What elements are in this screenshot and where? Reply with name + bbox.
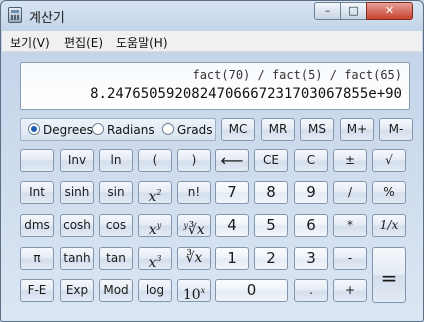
digit-2-button[interactable]: 2 — [254, 247, 288, 270]
factorial-button[interactable]: n! — [177, 181, 211, 204]
ln-button[interactable]: ln — [99, 149, 133, 172]
minimize-button[interactable]: – — [314, 2, 341, 20]
ce-button[interactable]: CE — [254, 149, 288, 172]
display-panel: fact(70) / fact(5) / fact(65) 8.24765059… — [20, 62, 410, 110]
cube-exponent: 3 — [156, 254, 162, 263]
m-plus-button[interactable]: M+ — [340, 118, 374, 141]
sinh-button[interactable]: sinh — [60, 181, 94, 204]
radio-grads-label: Grads — [177, 123, 213, 137]
digit-5-button[interactable]: 5 — [254, 214, 288, 237]
blank-button[interactable] — [20, 149, 54, 172]
menu-help[interactable]: 도움말(H) — [116, 34, 168, 51]
maximize-button[interactable]: □ — [340, 2, 367, 20]
mc-button[interactable]: MC — [221, 118, 255, 141]
expression-display: fact(70) / fact(5) / fact(65) — [192, 68, 402, 82]
clear-button[interactable]: C — [294, 149, 328, 172]
square-exponent: 2 — [156, 188, 162, 197]
digit-3-button[interactable]: 3 — [294, 247, 328, 270]
open-paren-button[interactable]: ( — [138, 149, 172, 172]
add-button[interactable]: + — [333, 279, 367, 302]
subtract-button[interactable]: - — [333, 247, 367, 270]
cosh-button[interactable]: cosh — [60, 214, 94, 237]
close-paren-button[interactable]: ) — [177, 149, 211, 172]
radio-grads[interactable]: Grads — [162, 123, 212, 137]
square-button[interactable]: x2 — [138, 181, 172, 205]
int-button[interactable]: Int — [20, 181, 54, 204]
cube-root-symbol: ∛x — [185, 250, 203, 266]
digit-4-button[interactable]: 4 — [215, 214, 249, 237]
log-button[interactable]: log — [138, 279, 172, 302]
ten-exponent: x — [200, 286, 206, 295]
exp-button[interactable]: Exp — [60, 279, 94, 302]
calculator-app-icon — [8, 7, 22, 23]
cube-root-button[interactable]: ∛x — [177, 247, 211, 270]
radio-empty-icon — [92, 123, 104, 135]
digit-8-button[interactable]: 8 — [254, 181, 288, 204]
calculator-body: fact(70) / fact(5) / fact(65) 8.24765059… — [8, 53, 418, 315]
menu-bar: 보기(V) 편집(E) 도움말(H) — [2, 31, 422, 52]
title-bar[interactable]: 계산기 – □ ✕ — [1, 1, 423, 29]
power-base: x — [148, 222, 157, 238]
radio-radians-label: Radians — [107, 123, 155, 137]
power-button[interactable]: xy — [138, 214, 172, 238]
tanh-button[interactable]: tanh — [60, 247, 94, 270]
backspace-button[interactable]: ⟵ — [215, 149, 249, 172]
menu-view[interactable]: 보기(V) — [10, 34, 50, 51]
pi-button[interactable]: π — [20, 247, 54, 270]
power-exponent: y — [156, 221, 162, 230]
root-symbol: ∛x — [187, 222, 205, 238]
window-title: 계산기 — [29, 11, 65, 26]
digit-0-button[interactable]: 0 — [215, 279, 288, 302]
plus-minus-button[interactable]: ± — [333, 149, 367, 172]
percent-button[interactable]: % — [372, 181, 406, 204]
decimal-button[interactable]: . — [294, 279, 328, 302]
digit-6-button[interactable]: 6 — [294, 214, 328, 237]
cos-button[interactable]: cos — [99, 214, 133, 237]
tan-button[interactable]: tan — [99, 247, 133, 270]
dms-button[interactable]: dms — [20, 214, 54, 237]
ten-power-button[interactable]: 10x — [177, 279, 211, 303]
angle-mode-group: Degrees Radians Grads — [20, 118, 216, 141]
multiply-button[interactable]: * — [333, 214, 367, 237]
radio-empty-icon — [162, 123, 174, 135]
fe-button[interactable]: F-E — [20, 279, 54, 302]
menu-edit[interactable]: 편집(E) — [64, 34, 103, 51]
m-minus-button[interactable]: M- — [379, 118, 413, 141]
cube-button[interactable]: x3 — [138, 247, 172, 271]
digit-1-button[interactable]: 1 — [215, 247, 249, 270]
mr-button[interactable]: MR — [261, 118, 295, 141]
radio-radians[interactable]: Radians — [92, 123, 155, 137]
digit-7-button[interactable]: 7 — [215, 181, 249, 204]
radio-selected-icon — [28, 123, 40, 135]
yth-root-button[interactable]: y∛x — [177, 214, 211, 238]
divide-button[interactable]: / — [333, 181, 367, 204]
inv-button[interactable]: Inv — [60, 149, 94, 172]
equals-button[interactable]: = — [372, 247, 406, 303]
reciprocal-button[interactable]: 1/x — [372, 214, 406, 237]
mod-button[interactable]: Mod — [99, 279, 133, 302]
sqrt-button[interactable]: √ — [372, 149, 406, 172]
sin-button[interactable]: sin — [99, 181, 133, 204]
digit-9-button[interactable]: 9 — [294, 181, 328, 204]
radio-degrees-label: Degrees — [43, 123, 93, 137]
close-button[interactable]: ✕ — [366, 2, 413, 20]
calculator-window: 계산기 – □ ✕ 보기(V) 편집(E) 도움말(H) fact(70) / … — [0, 0, 424, 322]
ten-base: 10 — [182, 287, 201, 303]
radio-degrees[interactable]: Degrees — [28, 123, 93, 137]
result-display: 8.2476505920824706667231703067855e+90 — [90, 86, 402, 102]
ms-button[interactable]: MS — [300, 118, 334, 141]
